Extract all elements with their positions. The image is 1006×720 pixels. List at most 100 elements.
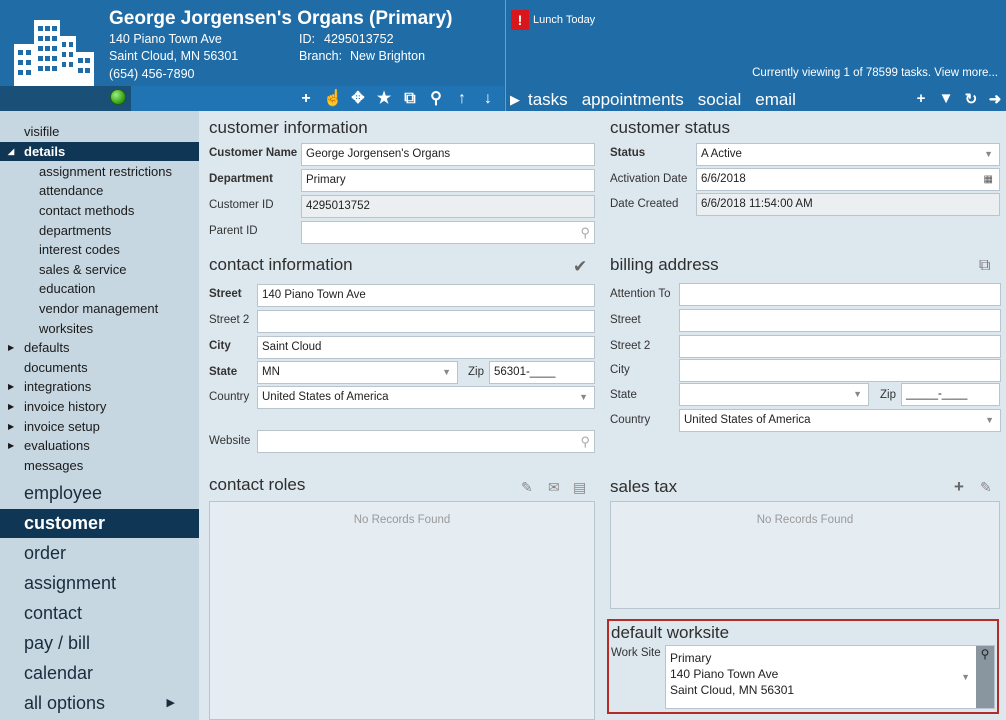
billing-city-label: City — [610, 364, 630, 376]
activity-tabs: ▶ tasks appointments social email — [510, 89, 796, 111]
nav-assignment[interactable]: assignment — [0, 569, 199, 598]
sidebar-item-attendance[interactable]: attendance — [0, 181, 199, 200]
work-site-select[interactable]: Primary 140 Piano Town Ave Saint Cloud, … — [665, 645, 995, 709]
checkmark-icon[interactable]: ✔ — [573, 257, 587, 277]
add-icon[interactable]: + — [912, 90, 930, 107]
sidebar-item-assignment-restrictions[interactable]: assignment restrictions — [0, 162, 199, 181]
forward-icon[interactable]: ➜ — [986, 90, 1004, 108]
sidebar-item-interest-codes[interactable]: interest codes — [0, 240, 199, 259]
edit-icon[interactable]: ✎ — [521, 479, 533, 496]
attention-label: Attention To — [610, 288, 671, 300]
state-select[interactable]: MN ▼ — [257, 361, 458, 384]
calendar-icon[interactable]: ▦ — [984, 169, 993, 190]
puzzle-icon[interactable]: ✥ — [349, 90, 367, 108]
section-title-sales-tax: sales tax — [610, 477, 678, 496]
up-arrow-icon[interactable]: ↑ — [453, 90, 471, 108]
edit-icon[interactable]: ✎ — [980, 479, 992, 496]
country-select[interactable]: United States of America ▼ — [257, 386, 595, 409]
pointer-icon[interactable]: ☝ — [323, 90, 343, 108]
sidebar-item-invoice-history[interactable]: ▶ invoice history — [0, 397, 199, 416]
nav-contact[interactable]: contact — [0, 599, 199, 628]
sidebar-item-education[interactable]: education — [0, 279, 199, 298]
contact-card-icon[interactable]: ▤ — [573, 479, 586, 496]
status-select[interactable]: A Active ▼ — [696, 143, 1000, 166]
sidebar-item-vendor-management[interactable]: vendor management — [0, 299, 199, 318]
city-field[interactable]: Saint Cloud — [257, 336, 595, 359]
email-icon[interactable]: ✉ — [548, 479, 560, 496]
department-label: Department — [209, 173, 273, 185]
state-label: State — [209, 366, 238, 378]
sidebar-item-invoice-setup[interactable]: ▶ invoice setup — [0, 417, 199, 436]
street2-field[interactable] — [257, 310, 595, 333]
tab-email[interactable]: email — [755, 90, 796, 110]
section-title-contact-information: contact information — [209, 255, 353, 274]
zip-field[interactable]: 56301-____ — [489, 361, 595, 384]
billing-state-select[interactable]: ▼ — [679, 383, 869, 406]
billing-zip-field[interactable]: _____-____ — [901, 383, 1000, 406]
expanded-icon: ◢ — [8, 147, 15, 156]
sidebar-item-departments[interactable]: departments — [0, 221, 199, 240]
sidebar-item-visifile[interactable]: visifile — [0, 122, 199, 141]
sidebar-item-label: messages — [24, 458, 84, 473]
external-icon[interactable]: ⧉ — [401, 90, 419, 108]
add-icon[interactable]: + — [297, 90, 315, 108]
billing-city-field[interactable] — [679, 359, 1001, 382]
tab-social[interactable]: social — [698, 90, 741, 110]
city-label: City — [209, 340, 231, 352]
status-indicator-icon — [110, 89, 126, 105]
tasks-info-link[interactable]: Currently viewing 1 of 78599 tasks. View… — [752, 67, 998, 79]
tab-tasks[interactable]: tasks — [528, 90, 568, 110]
billing-street2-field[interactable] — [679, 335, 1001, 358]
country-label: Country — [209, 391, 250, 403]
nav-customer[interactable]: customer — [0, 509, 199, 538]
sidebar-item-label: interest codes — [39, 242, 120, 257]
sidebar-item-integrations[interactable]: ▶ integrations — [0, 377, 199, 396]
refresh-icon[interactable]: ↻ — [962, 90, 980, 108]
sidebar-item-evaluations[interactable]: ▶ evaluations — [0, 436, 199, 455]
street-field[interactable]: 140 Piano Town Ave — [257, 284, 595, 307]
chevron-down-icon: ▼ — [853, 389, 862, 399]
id-value: 4295013752 — [324, 32, 394, 46]
sidebar-item-sales-service[interactable]: sales & service — [0, 260, 199, 279]
alert-message[interactable]: Lunch Today — [533, 14, 595, 26]
search-icon[interactable]: ⚲ — [976, 646, 994, 708]
website-field[interactable]: ⚲ — [257, 430, 595, 453]
search-icon[interactable]: ⚲ — [580, 431, 590, 452]
nav-pay-bill[interactable]: pay / bill — [0, 629, 199, 658]
search-icon[interactable]: ⚲ — [580, 222, 590, 243]
alert-icon[interactable]: ! — [511, 10, 529, 30]
search-icon[interactable]: ⚲ — [427, 90, 445, 108]
chevron-right-icon: ▶ — [166, 697, 175, 709]
expand-icon: ▶ — [8, 343, 15, 352]
expand-icon: ▶ — [8, 422, 15, 431]
sidebar-item-messages[interactable]: messages — [0, 456, 199, 475]
activation-date-field[interactable]: 6/6/2018 ▦ — [696, 168, 1000, 191]
copy-icon[interactable]: ⧉ — [979, 257, 990, 275]
nav-order[interactable]: order — [0, 539, 199, 568]
add-icon[interactable]: + — [954, 477, 964, 497]
department-field[interactable]: Primary — [301, 169, 595, 192]
down-arrow-icon[interactable]: ↓ — [479, 90, 497, 108]
sidebar-item-defaults[interactable]: ▶ defaults — [0, 338, 199, 357]
activation-date-value: 6/6/2018 — [701, 173, 746, 185]
sidebar-item-worksites[interactable]: worksites — [0, 319, 199, 338]
customer-name-field[interactable]: George Jorgensen's Organs — [301, 143, 595, 166]
sidebar-item-documents[interactable]: documents — [0, 358, 199, 377]
sidebar-item-contact-methods[interactable]: contact methods — [0, 201, 199, 220]
sidebar-item-label: invoice setup — [24, 419, 100, 434]
nav-employee[interactable]: employee — [0, 479, 199, 508]
chevron-down-icon: ▼ — [579, 392, 588, 402]
billing-street-field[interactable] — [679, 309, 1001, 332]
nav-calendar[interactable]: calendar — [0, 659, 199, 688]
star-icon[interactable]: ★ — [375, 90, 393, 108]
billing-country-select[interactable]: United States of America ▼ — [679, 409, 1001, 432]
play-icon[interactable]: ▶ — [510, 92, 520, 108]
filter-icon[interactable]: ▼ — [937, 90, 955, 107]
customer-id-field: 4295013752 — [301, 195, 595, 218]
id-label: ID: — [299, 32, 315, 46]
parent-id-field[interactable]: ⚲ — [301, 221, 595, 244]
nav-all-options[interactable]: all options ▶ — [0, 689, 199, 718]
sidebar-item-details[interactable]: ◢ details — [0, 142, 199, 161]
attention-field[interactable] — [679, 283, 1001, 306]
tab-appointments[interactable]: appointments — [582, 90, 684, 110]
